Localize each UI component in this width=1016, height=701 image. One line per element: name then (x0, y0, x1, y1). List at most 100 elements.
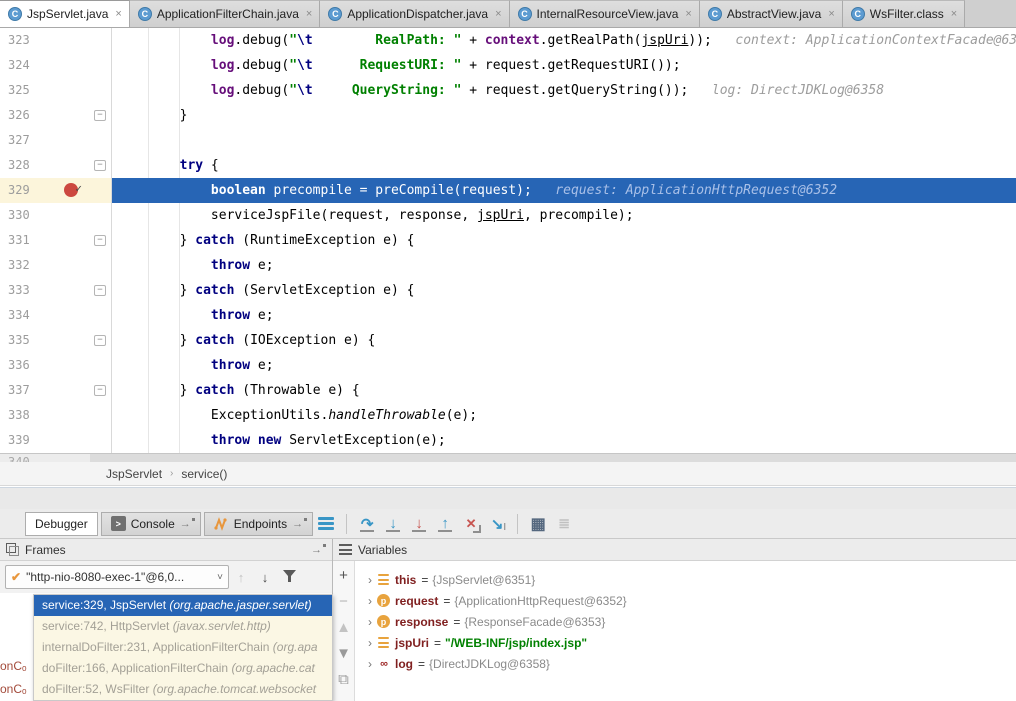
close-icon[interactable]: × (115, 8, 121, 20)
editor-tab[interactable]: CApplicationDispatcher.java× (320, 0, 509, 27)
add-watch-button[interactable]: + (339, 567, 348, 593)
breadcrumb-method[interactable]: service() (181, 467, 227, 481)
gutter[interactable]: 339 (0, 428, 112, 453)
code-line[interactable]: 327 (0, 128, 1016, 153)
code-line[interactable]: 339 throw new ServletException(e); (0, 428, 1016, 453)
gutter[interactable]: 326− (0, 103, 112, 128)
float-window-icon[interactable]: → (180, 518, 191, 530)
close-icon[interactable]: × (951, 8, 957, 20)
remove-watch-button[interactable]: − (339, 593, 348, 619)
stack-frame-row[interactable]: service:742, HttpServlet (javax.servlet.… (34, 616, 332, 637)
force-step-into-icon[interactable]: ↓ (406, 512, 432, 536)
expand-chevron-icon[interactable]: › (363, 594, 377, 608)
fold-marker-icon[interactable]: − (94, 335, 106, 346)
code-line[interactable]: 325 log.debug("\t QueryString: " + reque… (0, 78, 1016, 103)
variable-row[interactable]: ›this={JspServlet@6351} (355, 569, 1016, 590)
close-icon[interactable]: × (495, 8, 501, 20)
expand-chevron-icon[interactable]: › (363, 636, 377, 650)
code-line[interactable]: 332 throw e; (0, 253, 1016, 278)
variable-row[interactable]: ›prequest={ApplicationHttpRequest@6352} (355, 590, 1016, 611)
duplicate-button[interactable]: ⧉ (338, 671, 349, 697)
variable-row[interactable]: ›∞log={DirectJDKLog@6358} (355, 653, 1016, 674)
evaluate-expression-icon[interactable]: ▦ (525, 512, 551, 536)
next-frame-button[interactable]: ↓ (253, 570, 277, 585)
gutter[interactable]: 323 (0, 28, 112, 53)
stack-frame-row[interactable]: internalDoFilter:231, ApplicationFilterC… (34, 637, 332, 658)
code-line[interactable]: 323 log.debug("\t RealPath: " + context.… (0, 28, 1016, 53)
pin-icon[interactable]: → (311, 544, 322, 556)
code-line[interactable]: 337− } catch (Throwable e) { (0, 378, 1016, 403)
gutter[interactable]: 332 (0, 253, 112, 278)
debug-tab[interactable]: Endpoints → (204, 512, 313, 536)
code-line[interactable]: 336 throw e; (0, 353, 1016, 378)
debug-tab[interactable]: Debugger (25, 512, 98, 536)
close-icon[interactable]: × (306, 8, 312, 20)
gutter[interactable]: 325 (0, 78, 112, 103)
code-line[interactable]: 328− try { (0, 153, 1016, 178)
editor-tab[interactable]: CAbstractView.java× (700, 0, 843, 27)
menu-icon[interactable] (313, 512, 339, 536)
filter-frames-button[interactable] (277, 570, 301, 585)
gutter[interactable]: 328− (0, 153, 112, 178)
gutter[interactable]: 338 (0, 403, 112, 428)
step-over-icon[interactable]: ↷ (354, 512, 380, 536)
code-line[interactable]: 333− } catch (ServletException e) { (0, 278, 1016, 303)
move-down-button[interactable]: ▼ (336, 645, 351, 671)
expand-chevron-icon[interactable]: › (363, 657, 377, 671)
expand-chevron-icon[interactable]: › (363, 615, 377, 629)
gutter[interactable]: 324 (0, 53, 112, 78)
step-into-icon[interactable]: ↓ (380, 512, 406, 536)
code-line[interactable]: 334 throw e; (0, 303, 1016, 328)
code-line[interactable]: 331− } catch (RuntimeException e) { (0, 228, 1016, 253)
code-text: ExceptionUtils.handleThrowable(e); (112, 403, 1016, 428)
prev-frame-button[interactable]: ↑ (229, 570, 253, 585)
fold-marker-icon[interactable]: − (94, 160, 106, 171)
expand-chevron-icon[interactable]: › (363, 573, 377, 587)
code-line[interactable]: 338 ExceptionUtils.handleThrowable(e); (0, 403, 1016, 428)
stack-frame-row[interactable]: doFilter:166, ApplicationFilterChain (or… (34, 658, 332, 679)
code-line[interactable]: 326− } (0, 103, 1016, 128)
fold-marker-icon[interactable]: − (94, 235, 106, 246)
variable-row[interactable]: ›jspUri="/WEB-INF/jsp/index.jsp" (355, 632, 1016, 653)
breadcrumb-class[interactable]: JspServlet (106, 467, 162, 481)
stack-frame-row[interactable]: service:329, JspServlet (org.apache.jasp… (34, 595, 332, 616)
code-line[interactable]: 335− } catch (IOException e) { (0, 328, 1016, 353)
gutter[interactable]: 331− (0, 228, 112, 253)
gutter[interactable]: 335− (0, 328, 112, 353)
layout-settings-icon[interactable]: ≣ (551, 512, 577, 536)
gutter[interactable]: 337− (0, 378, 112, 403)
fold-marker-icon[interactable]: − (94, 285, 106, 296)
float-window-icon[interactable]: → (292, 518, 303, 530)
fold-marker-icon[interactable]: − (94, 110, 106, 121)
debug-tab-label: Console (131, 517, 175, 531)
gutter[interactable]: 333− (0, 278, 112, 303)
stack-frame-row[interactable]: doFilter:52, WsFilter (org.apache.tomcat… (34, 679, 332, 700)
gutter[interactable]: 334 (0, 303, 112, 328)
gutter[interactable]: 336 (0, 353, 112, 378)
close-icon[interactable]: × (828, 8, 834, 20)
gutter[interactable]: 330 (0, 203, 112, 228)
code-line[interactable]: 324 log.debug("\t RequestURI: " + reques… (0, 53, 1016, 78)
code-editor[interactable]: 323 log.debug("\t RealPath: " + context.… (0, 28, 1016, 453)
editor-tab[interactable]: CJspServlet.java× (0, 0, 130, 27)
gutter[interactable]: 329 (0, 178, 112, 203)
execution-line[interactable]: 329 boolean precompile = preCompile(requ… (0, 178, 1016, 203)
editor-tab[interactable]: CApplicationFilterChain.java× (130, 0, 321, 27)
debug-tab-label: Endpoints (234, 517, 287, 531)
code-line[interactable]: 330 serviceJspFile(request, response, js… (0, 203, 1016, 228)
debug-tab[interactable]: > Console → (101, 512, 201, 536)
drop-frame-icon[interactable]: ✕ (458, 512, 484, 536)
close-icon[interactable]: × (685, 8, 691, 20)
step-out-icon[interactable]: ↑ (432, 512, 458, 536)
move-up-button[interactable]: ▲ (336, 619, 351, 645)
run-to-cursor-icon[interactable]: ↘I (484, 512, 510, 536)
console-icon: > (111, 516, 126, 531)
fold-marker-icon[interactable]: − (94, 385, 106, 396)
gutter[interactable]: 327 (0, 128, 112, 153)
editor-tab[interactable]: CWsFilter.class× (843, 0, 965, 27)
panel-splitter[interactable] (0, 487, 1016, 509)
editor-tab[interactable]: CInternalResourceView.java× (510, 0, 700, 27)
breakpoint-icon[interactable] (64, 183, 78, 197)
variable-row[interactable]: ›presponse={ResponseFacade@6353} (355, 611, 1016, 632)
thread-dropdown[interactable]: ✔ "http-nio-8080-exec-1"@6,0... ˅ (5, 565, 229, 589)
